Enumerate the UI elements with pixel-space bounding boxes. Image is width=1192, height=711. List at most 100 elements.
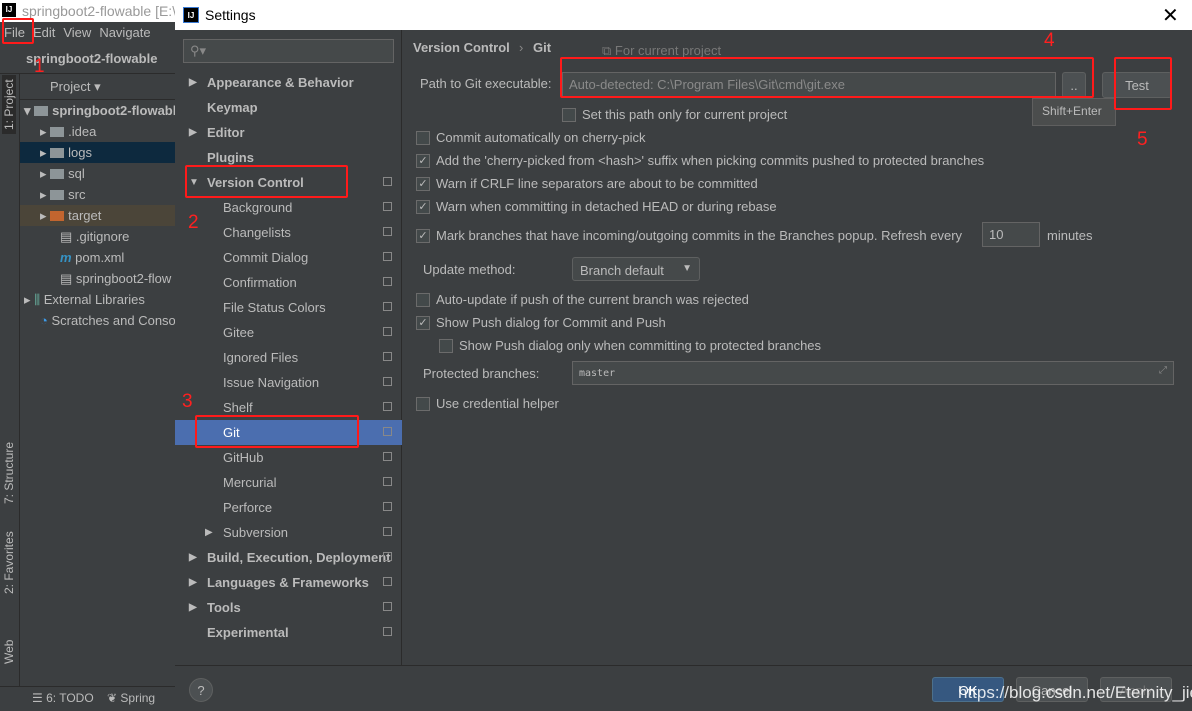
nav-item[interactable]: Background (175, 195, 402, 220)
project-scope-icon (383, 527, 392, 536)
expand-icon[interactable]: ⤢ (1159, 365, 1167, 376)
tab-web[interactable]: Web (2, 640, 16, 664)
project-breadcrumb[interactable]: springboot2-flowable (0, 44, 175, 74)
nav-item-label: Languages & Frameworks (207, 575, 369, 590)
chevron-right-icon[interactable]: ▶ (189, 577, 197, 588)
chevron-right-icon[interactable]: ▶ (189, 552, 197, 563)
tree-item[interactable]: ▾ springboot2-flowable (20, 100, 175, 121)
checkbox[interactable] (562, 108, 576, 122)
tree-item[interactable]: ▸ ⫼ External Libraries (20, 289, 175, 310)
folder-icon (34, 106, 49, 116)
tab-project[interactable]: 1: Project (2, 75, 16, 134)
checkbox-label[interactable]: Show Push dialog for Commit and Push (436, 315, 666, 330)
checkbox[interactable] (416, 293, 430, 307)
tree-label: springboot2-flowable (52, 103, 175, 118)
nav-item[interactable]: File Status Colors (175, 295, 402, 320)
tab-spring[interactable]: Spring (120, 691, 155, 705)
checkbox[interactable]: ✓ (416, 154, 430, 168)
tree-item[interactable]: ▤ springboot2-flow (20, 268, 175, 289)
close-icon[interactable]: ✕ (1162, 3, 1179, 28)
menu-navigate[interactable]: Navigate (95, 22, 154, 40)
tree-item[interactable]: ▸ .idea (20, 121, 175, 142)
project-scope-icon (383, 377, 392, 386)
refresh-interval-input[interactable]: 10 (982, 222, 1040, 247)
chevron-right-icon[interactable]: ▶ (189, 127, 197, 138)
nav-item[interactable]: Ignored Files (175, 345, 402, 370)
checkbox-label[interactable]: Use credential helper (436, 396, 559, 411)
nav-item[interactable]: Perforce (175, 495, 402, 520)
nav-item-label: Keymap (207, 100, 258, 115)
nav-item[interactable]: ▶ Tools (175, 595, 402, 620)
project-scope-icon (383, 452, 392, 461)
tree-item[interactable]: ▸ src (20, 184, 175, 205)
tree-label: springboot2-flow (75, 271, 172, 286)
watermark: https://blog.csdn.net/Eternity_jie (958, 683, 1192, 702)
checkbox[interactable]: ✓ (416, 229, 430, 243)
checkbox-label[interactable]: Mark branches that have incoming/outgoin… (436, 228, 962, 243)
nav-item-label: Issue Navigation (223, 375, 320, 390)
nav-item[interactable]: ▶ Subversion (175, 520, 402, 545)
update-method-value: Branch default (580, 263, 664, 278)
checkbox[interactable]: ✓ (416, 316, 430, 330)
tree-item[interactable]: ▸ target (20, 205, 175, 226)
checkbox-label[interactable]: Auto-update if push of the current branc… (436, 292, 749, 307)
tree-item[interactable]: ▸ sql (20, 163, 175, 184)
nav-item[interactable]: ▶ Languages & Frameworks (175, 570, 402, 595)
copy-icon: ⧉ (602, 43, 615, 58)
checkbox[interactable]: ✓ (416, 200, 430, 214)
nav-item[interactable]: Commit Dialog (175, 245, 402, 270)
nav-item[interactable]: ▶ Appearance & Behavior (175, 70, 402, 95)
tree-item[interactable]: ▤ .gitignore (20, 226, 175, 247)
chevron-right-icon[interactable]: ▶ (205, 527, 213, 538)
tab-structure[interactable]: 7: Structure (2, 442, 16, 504)
annotation-number-1: 1 (34, 56, 45, 77)
project-scope-icon (383, 302, 392, 311)
help-button[interactable]: ? (189, 678, 213, 702)
tree-item[interactable]: ▸ logs (20, 142, 175, 163)
checkbox-label[interactable]: Warn when committing in detached HEAD or… (436, 199, 777, 214)
nav-item[interactable]: Changelists (175, 220, 402, 245)
nav-item[interactable]: Confirmation (175, 270, 402, 295)
project-scope-icon (383, 577, 392, 586)
menu-view[interactable]: View (59, 22, 95, 40)
nav-item[interactable]: Issue Navigation (175, 370, 402, 395)
nav-item-label: Perforce (223, 500, 273, 515)
folder-icon (50, 211, 65, 221)
tab-favorites[interactable]: 2: Favorites (2, 531, 16, 594)
nav-item[interactable]: Gitee (175, 320, 402, 345)
scope-text: For current project (614, 43, 722, 58)
update-method-select[interactable]: Branch default ▼ (572, 257, 700, 281)
checkbox[interactable] (439, 339, 453, 353)
settings-search-input[interactable]: ⚲▾ (183, 39, 394, 63)
nav-item[interactable]: ▶ Editor (175, 120, 402, 145)
protected-branches-input[interactable]: master ⤢ (572, 361, 1174, 385)
checkbox-label[interactable]: Set this path only for current project (582, 107, 787, 122)
chevron-right-icon[interactable]: ▶ (189, 77, 197, 88)
nav-item-label: Editor (207, 125, 245, 140)
breadcrumb-current: Git (533, 40, 552, 55)
todo-icon: ☰ (32, 691, 47, 705)
tree-item[interactable]: ◔ Scratches and Conso (20, 310, 175, 331)
nav-item[interactable]: Keymap (175, 95, 402, 120)
checkbox[interactable] (416, 397, 430, 411)
folder-icon (50, 190, 65, 200)
tree-label: sql (68, 166, 85, 181)
nav-item-label: Tools (207, 600, 241, 615)
project-scope-icon (383, 477, 392, 486)
checkbox-label[interactable]: Commit automatically on cherry-pick (436, 130, 646, 145)
chevron-right-icon[interactable]: ▶ (189, 602, 197, 613)
checkbox[interactable] (416, 131, 430, 145)
checkbox[interactable]: ✓ (416, 177, 430, 191)
checkbox-label[interactable]: Add the 'cherry-picked from <hash>' suff… (436, 153, 984, 168)
nav-item[interactable]: GitHub (175, 445, 402, 470)
nav-item[interactable]: Experimental (175, 620, 402, 645)
breadcrumb-parent[interactable]: Version Control (413, 40, 510, 55)
tab-todo[interactable]: 6: TODO (46, 691, 94, 705)
nav-item[interactable]: Mercurial (175, 470, 402, 495)
checkbox-label[interactable]: Show Push dialog only when committing to… (459, 338, 821, 353)
checkbox-label[interactable]: Warn if CRLF line separators are about t… (436, 176, 758, 191)
nav-item[interactable]: ▶ Build, Execution, Deployment (175, 545, 402, 570)
tree-item[interactable]: m pom.xml (20, 247, 175, 268)
annotation-box-4 (560, 57, 1094, 98)
nav-item-label: Commit Dialog (223, 250, 309, 265)
